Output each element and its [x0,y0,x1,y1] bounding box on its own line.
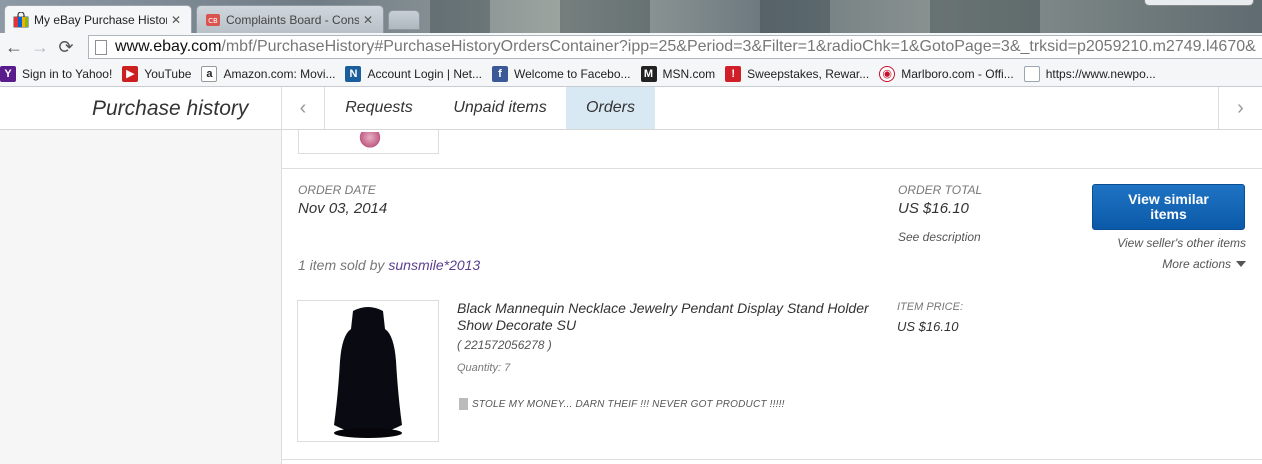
note-document-icon [459,398,468,410]
page-icon [95,39,107,55]
sold-by-line: 1 item sold by sunsmile*2013 [298,257,480,273]
item-note: STOLE MY MONEY... DARN THEIF !!! NEVER G… [459,398,785,410]
browser-tab-ebay[interactable]: My eBay Purchase History ✕ [4,5,192,33]
address-bar[interactable]: www.ebay.com/mbf/PurchaseHistory#Purchas… [88,35,1262,59]
view-similar-items-button[interactable]: View similar items [1092,184,1245,230]
bookmark-label: https://www.newpo... [1045,66,1156,81]
bookmarks-bar: Y Sign in to Yahoo! ▶ YouTube a Amazon.com:… [0,61,1262,87]
msn-icon: M [640,65,657,82]
left-sidebar [0,130,282,464]
order-date-label: ORDER DATE [298,183,376,197]
bookmark-label: Amazon.com: Movi... [223,66,336,81]
ring-image [359,132,381,150]
bookmark-youtube[interactable]: ▶ YouTube [122,65,192,82]
bookmark-facebook[interactable]: f Welcome to Facebo... [492,65,631,82]
item-price: US $16.10 [897,319,959,334]
bookmark-label: Sign in to Yahoo! [22,66,113,81]
bookmark-marlboro[interactable]: ◉ Marlboro.com - Offi... [879,65,1014,82]
window-controls[interactable] [1144,0,1254,6]
close-icon[interactable]: ✕ [363,13,373,27]
orders-container: ORDER DATE Nov 03, 2014 ORDER TOTAL US $… [282,130,1262,464]
mannequin-necklace-stand-image [334,307,402,438]
more-actions-label: More actions [1162,257,1231,271]
tab-unpaid-items[interactable]: Unpaid items [440,87,560,129]
facebook-icon: f [492,65,508,82]
item-quantity: Quantity: 7 [457,362,511,374]
yahoo-icon: Y [0,65,16,82]
browser-toolbar: ← → ⟳ www.ebay.com/mbf/PurchaseHistory#P… [0,33,1262,61]
complaints-board-icon: CB [205,12,221,28]
sweepstakes-icon: ! [725,65,742,82]
item-number: ( 221572056278 ) [457,338,552,352]
bookmark-newpo[interactable]: https://www.newpo... [1023,65,1156,82]
marlboro-icon: ◉ [879,65,896,82]
netzero-icon: N [345,65,362,82]
background-decoration [760,0,830,33]
back-arrow-icon[interactable]: ← [2,35,26,59]
previous-item-thumbnail[interactable] [298,130,439,154]
bookmark-yahoo[interactable]: Y Sign in to Yahoo! [0,65,113,82]
url-host: www.ebay.com [115,38,222,55]
bookmark-label: YouTube [144,66,192,81]
bookmark-msn[interactable]: M MSN.com [640,65,716,82]
item-price-label: ITEM PRICE: [897,301,964,313]
chevron-right-icon[interactable]: › [1218,87,1262,129]
seller-link[interactable]: sunsmile*2013 [388,257,480,273]
forward-arrow-icon[interactable]: → [28,35,52,59]
new-tab-button[interactable] [388,10,420,30]
bookmark-label: Account Login | Net... [367,66,482,81]
background-decoration [430,0,490,33]
tab-title: My eBay Purchase History [34,12,167,27]
view-sellers-other-items-link[interactable]: View seller's other items [1117,236,1246,250]
youtube-icon: ▶ [122,65,139,82]
divider [282,459,1262,460]
sold-by-prefix: 1 item sold by [298,257,385,273]
item-thumbnail[interactable] [297,300,439,442]
order-total: US $16.10 [898,200,969,217]
bookmark-netzero[interactable]: N Account Login | Net... [345,65,482,82]
divider [282,168,1262,169]
background-decoration [560,0,650,33]
tab-requests[interactable]: Requests [334,87,424,129]
tab-title: Complaints Board - Consu [226,12,359,27]
svg-text:CB: CB [208,17,218,25]
browser-tab-complaints[interactable]: CB Complaints Board - Consu ✕ [196,5,384,33]
bookmark-label: Welcome to Facebo... [514,66,631,81]
url-path: /mbf/PurchaseHistory#PurchaseHistoryOrde… [221,38,1256,55]
page-title: Purchase history [92,97,249,120]
background-decoration [930,0,1040,33]
tab-orders[interactable]: Orders [566,87,655,129]
see-description-link[interactable]: See description [898,230,981,244]
bookmark-amazon[interactable]: a Amazon.com: Movi... [201,65,336,82]
purchase-history-nav: Purchase history ‹ Requests Unpaid items… [0,87,1262,130]
amazon-icon: a [201,65,218,82]
ebay-bag-icon [13,10,29,28]
page-icon [1023,65,1040,82]
reload-icon[interactable]: ⟳ [54,35,78,59]
close-icon[interactable]: ✕ [171,13,181,27]
bookmark-sweepstakes[interactable]: ! Sweepstakes, Rewar... [725,65,870,82]
bookmark-label: MSN.com [662,66,716,81]
chevron-left-icon[interactable]: ‹ [281,87,325,129]
order-total-label: ORDER TOTAL [898,183,983,197]
item-note-text: STOLE MY MONEY... DARN THEIF !!! NEVER G… [472,398,785,410]
bookmark-label: Sweepstakes, Rewar... [747,66,870,81]
more-actions-dropdown[interactable]: More actions [1162,257,1246,271]
order-date: Nov 03, 2014 [298,200,388,217]
caret-down-icon [1236,261,1246,267]
browser-tabstrip: My eBay Purchase History ✕ CB Complaints… [0,0,1262,33]
item-title-link[interactable]: Black Mannequin Necklace Jewelry Pendant… [457,300,877,334]
bookmark-label: Marlboro.com - Offi... [901,66,1014,81]
